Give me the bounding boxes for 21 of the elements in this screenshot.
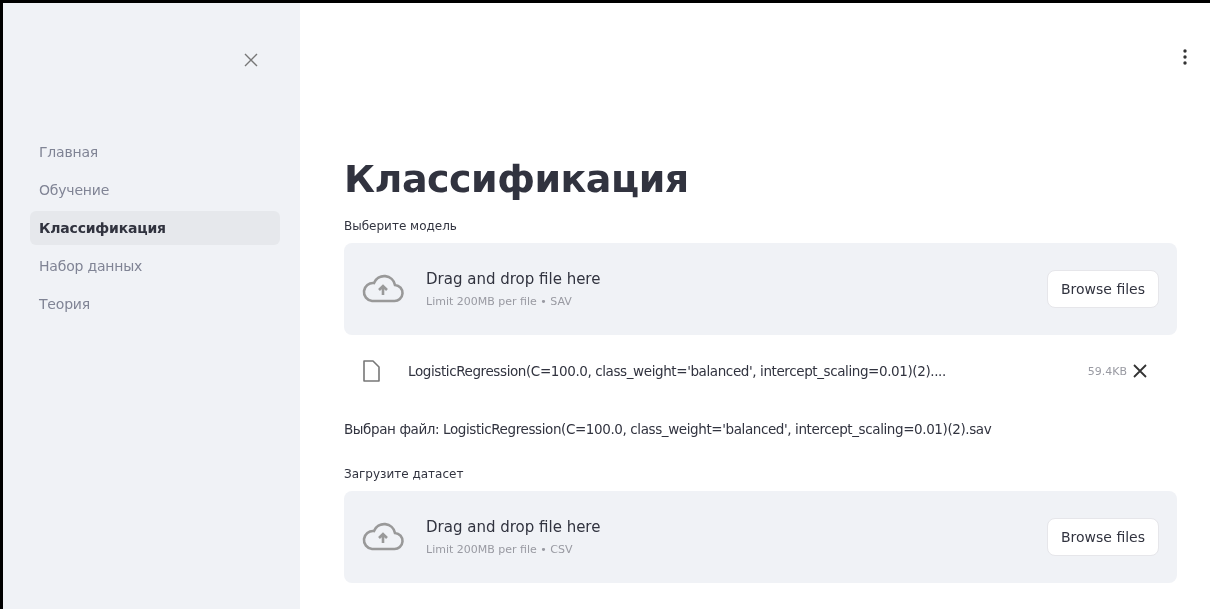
page-title: Классификация xyxy=(344,157,690,201)
upload-cloud-icon xyxy=(360,522,406,552)
uploader-label: Загрузите датасет xyxy=(344,467,465,481)
file-icon xyxy=(362,360,380,382)
file-name: LogisticRegression(C=100.0, class_weight='balanced', intercept_scaling=0.01)(2).... xyxy=(408,363,946,379)
file-size: 59.4KB xyxy=(1087,364,1127,378)
browse-files-button[interactable]: Browse files xyxy=(1046,518,1159,556)
close-icon xyxy=(1133,364,1147,378)
file-limit-text: Limit 200MB per file • CSV xyxy=(426,543,574,556)
browse-files-button[interactable]: Browse files xyxy=(1046,270,1159,308)
dropzone-text: Drag and drop file here xyxy=(426,518,602,536)
menu-icon xyxy=(1183,49,1187,65)
file-limit-text: Limit 200MB per file • SAV xyxy=(426,295,573,308)
dropzone[interactable]: Drag and drop file here Limit 200MB per file • SAV Browse files xyxy=(344,243,1177,335)
nav-link[interactable]: Классификация xyxy=(30,211,280,245)
dropzone-text: Drag and drop file here xyxy=(426,270,602,288)
close-icon xyxy=(244,53,258,67)
dropzone[interactable]: Drag and drop file here Limit 200MB per file • CSV Browse files xyxy=(344,491,1177,583)
uploader-label: Выберите модель xyxy=(344,219,458,233)
selected-file-text: Выбран файл: LogisticRegression(C=100.0, class_weight='balanced', intercept_scaling=0.01)(2).sav xyxy=(344,421,993,437)
upload-cloud-icon xyxy=(360,274,406,304)
